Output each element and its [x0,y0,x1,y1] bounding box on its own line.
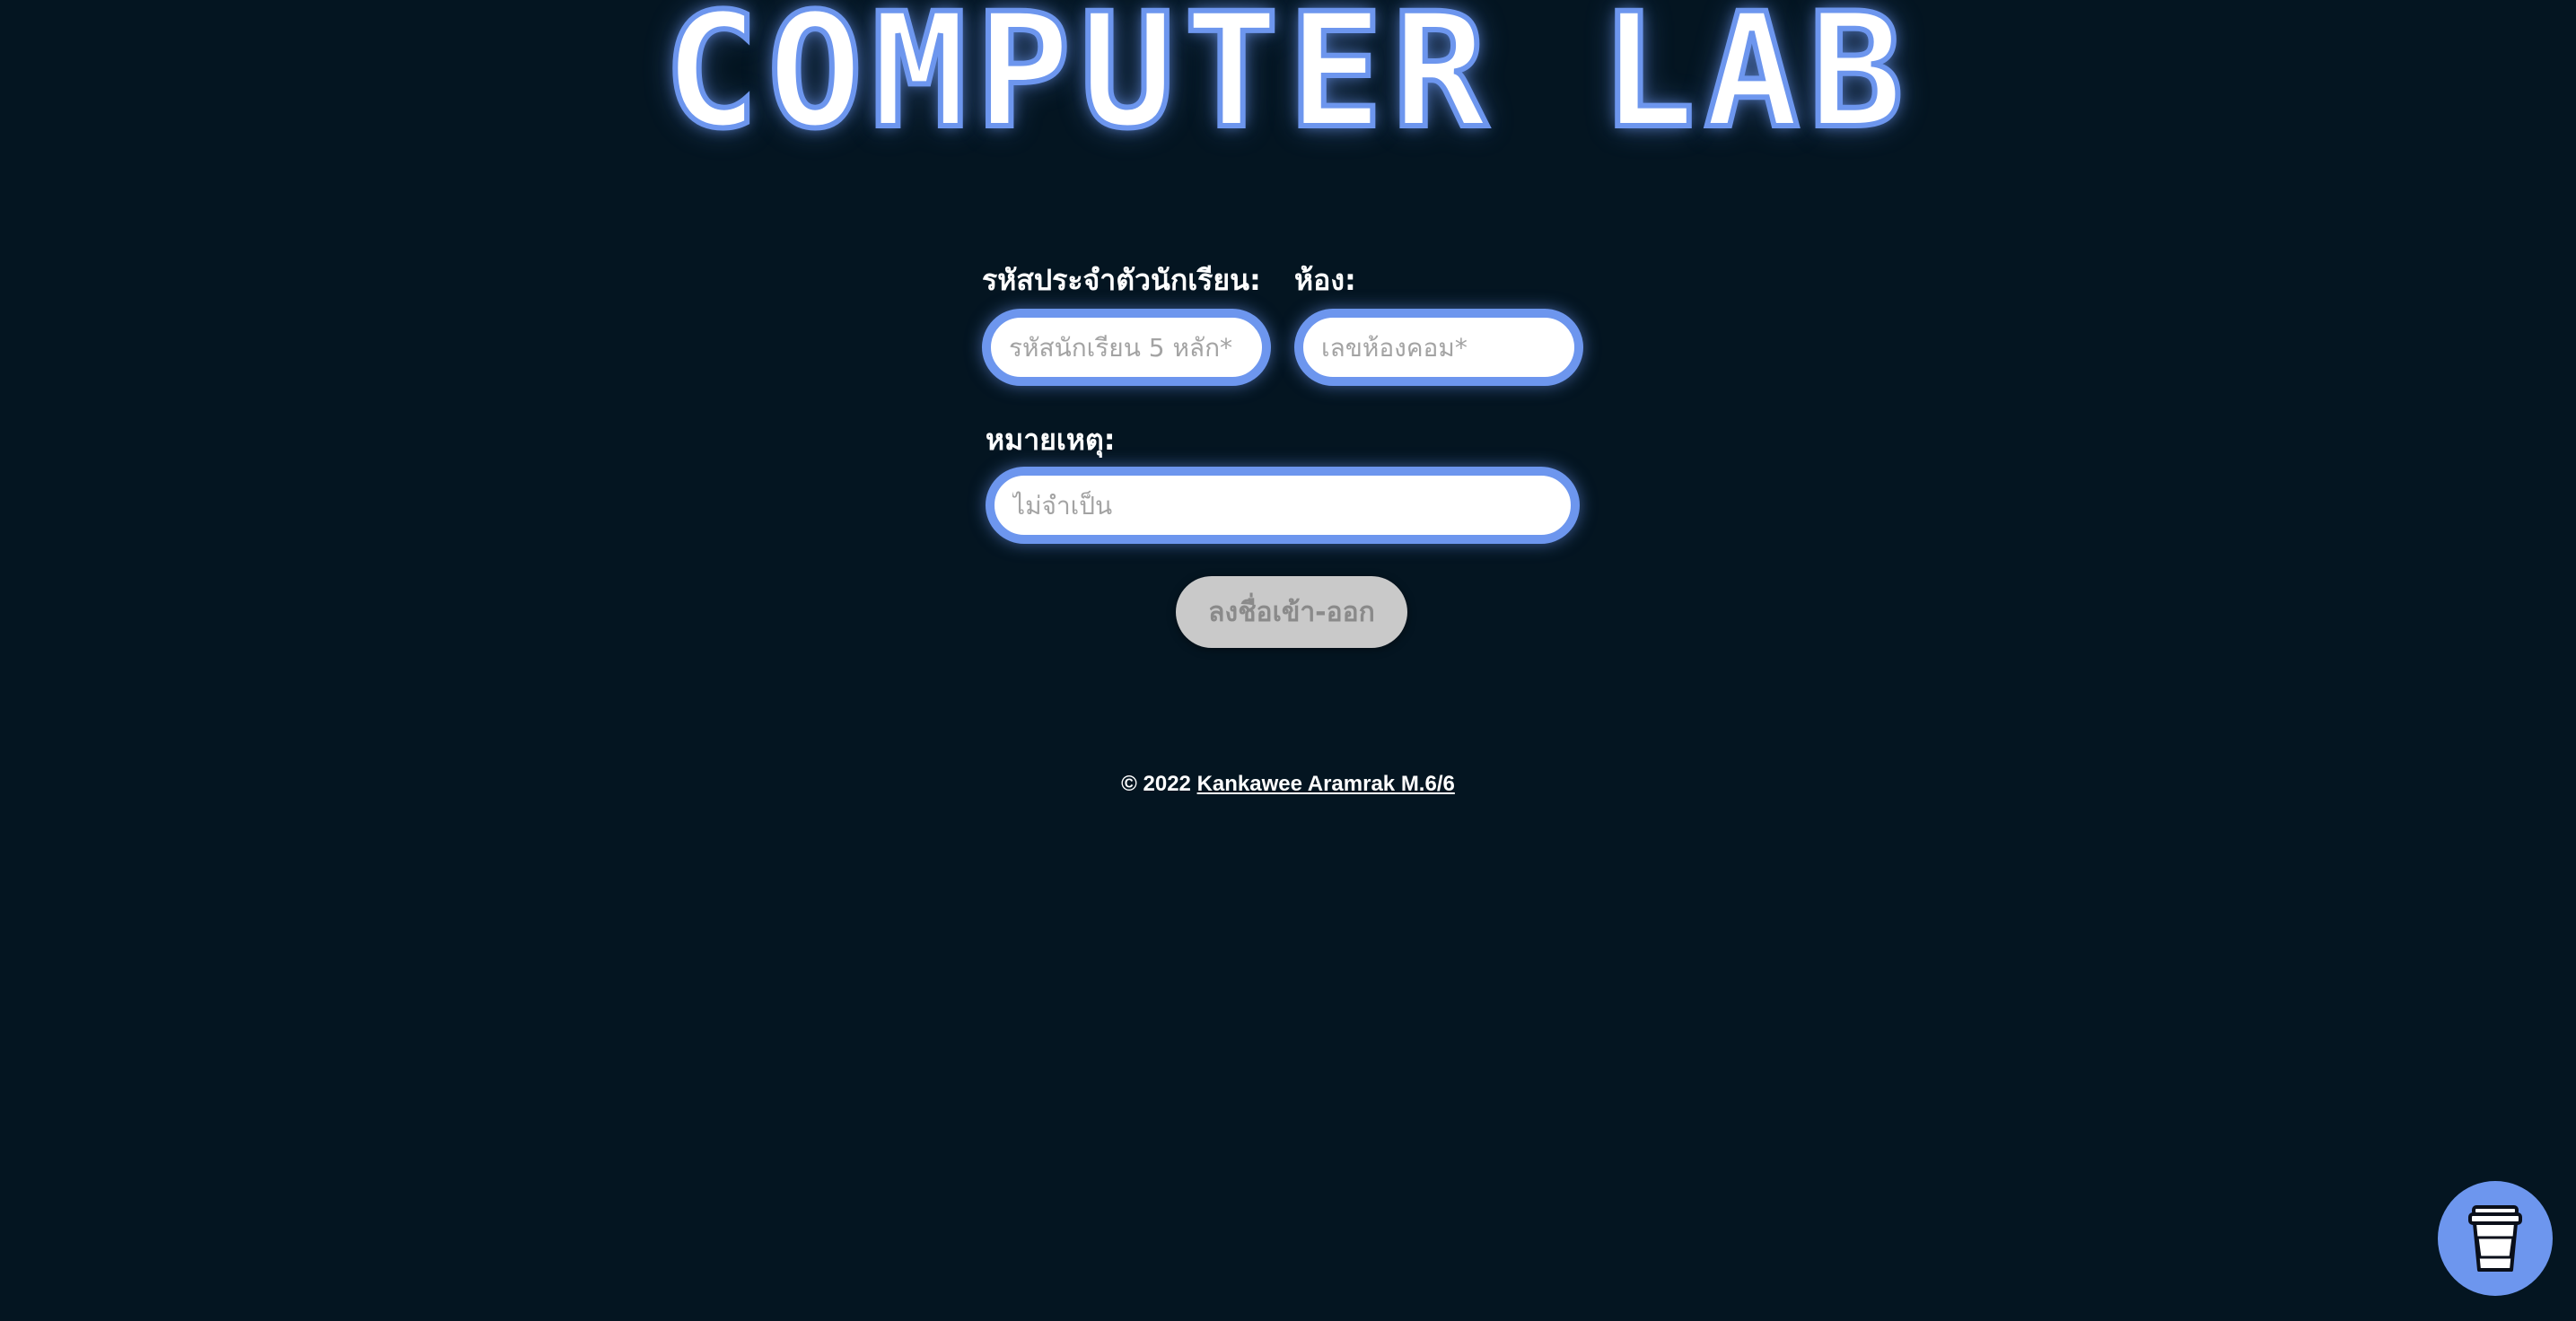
author-link[interactable]: Kankawee Aramrak M.6/6 [1197,772,1455,796]
coffee-cup-icon [2468,1205,2522,1272]
sign-in-out-button[interactable]: ลงชื่อเข้า-ออก [1176,576,1407,648]
page-title: COMPUTER LAB [661,0,1913,163]
room-label: ห้อง: [1294,263,1356,297]
student-id-label: รหัสประจำตัวนักเรียน: [982,263,1261,297]
page: COMPUTER LAB รหัสประจำตัวนักเรียน: ห้อง:… [0,0,2576,1321]
note-label: หมายเหตุ: [986,423,1116,457]
copyright-text: © 2022 [1121,772,1191,796]
buy-me-a-coffee-button[interactable] [2438,1181,2553,1296]
footer: © 2022 Kankawee Aramrak M.6/6 [0,770,2576,799]
note-input[interactable] [986,467,1580,544]
student-id-input[interactable] [982,309,1271,386]
room-input[interactable] [1294,309,1583,386]
